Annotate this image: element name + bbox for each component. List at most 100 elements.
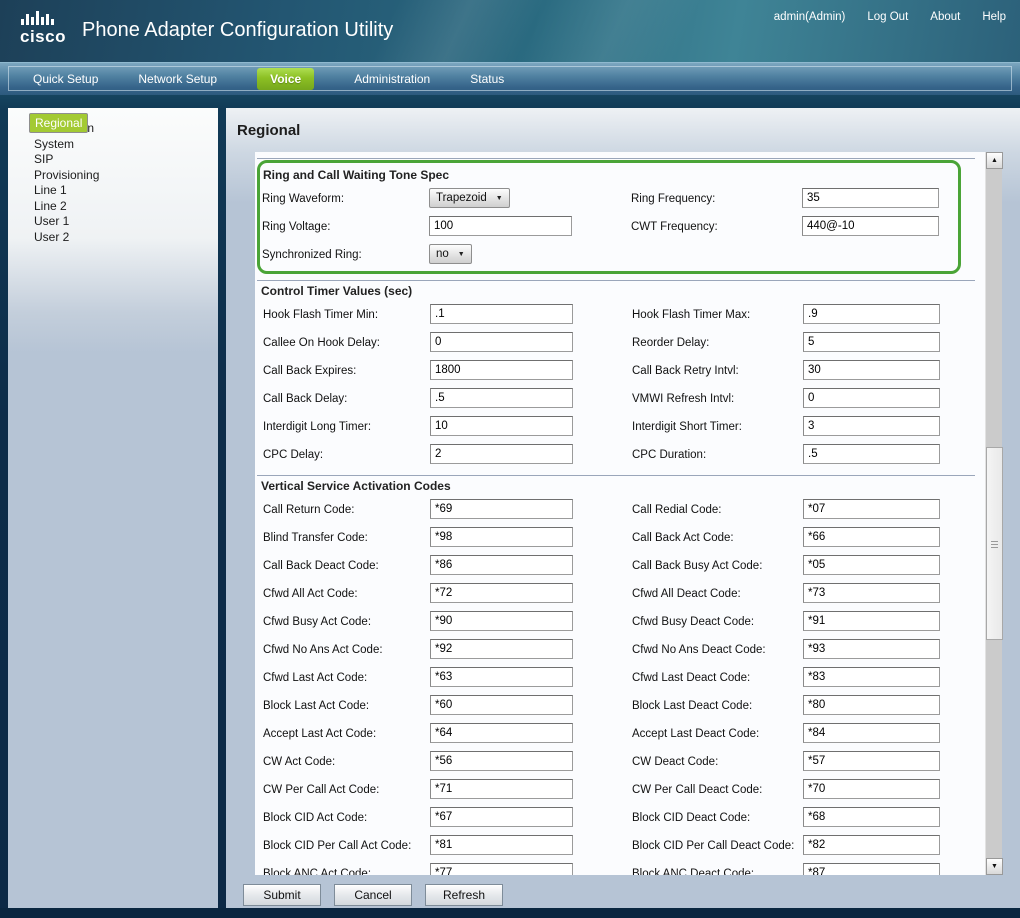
section-ring-and-call-waiting-tone-spec: Ring and Call Waiting Tone Spec Ring Wave… xyxy=(257,160,961,274)
section-divider xyxy=(257,280,975,281)
section-divider xyxy=(257,475,975,476)
blind-transfer-code-input[interactable] xyxy=(430,527,573,547)
cfwd-all-act-code-input[interactable] xyxy=(430,583,573,603)
scrollbar[interactable]: ▲ ▼ xyxy=(985,152,1002,875)
form-row: Hook Flash Timer Min:Hook Flash Timer Ma… xyxy=(255,301,985,329)
cpc-delay-label: CPC Delay: xyxy=(263,449,323,461)
ring-waveform-select[interactable]: Trapezoid▼ xyxy=(429,188,510,208)
call-redial-code-input[interactable] xyxy=(803,499,940,519)
sidebar-item-system[interactable]: System xyxy=(34,138,218,151)
cfwd-all-deact-code-label: Cfwd All Deact Code: xyxy=(632,588,741,600)
cfwd-no-ans-act-code-input[interactable] xyxy=(430,639,573,659)
header-link-help[interactable]: Help xyxy=(982,11,1006,23)
tab-voice[interactable]: Voice xyxy=(257,68,314,90)
block-cid-per-call-act-code-input[interactable] xyxy=(430,835,573,855)
scrollbar-thumb[interactable] xyxy=(986,447,1003,640)
cw-act-code-input[interactable] xyxy=(430,751,573,771)
scrollbar-up-button[interactable]: ▲ xyxy=(986,152,1003,169)
block-anc-act-code-input[interactable] xyxy=(430,863,573,875)
block-cid-per-call-deact-code-input[interactable] xyxy=(803,835,940,855)
section-vertical-service-activation-codes: Vertical Service Activation Codes Call Re… xyxy=(255,479,985,875)
cw-deact-code-input[interactable] xyxy=(803,751,940,771)
interdigit-short-timer-input[interactable] xyxy=(803,416,940,436)
page-title: Regional xyxy=(237,122,300,139)
header-link-admin-admin[interactable]: admin(Admin) xyxy=(774,11,846,23)
tab-quick-setup[interactable]: Quick Setup xyxy=(33,72,98,86)
block-cid-act-code-input[interactable] xyxy=(430,807,573,827)
sidebar-item-provisioning[interactable]: Provisioning xyxy=(34,169,218,182)
dropdown-arrow-icon: ▼ xyxy=(458,251,465,258)
cfwd-all-deact-code-input[interactable] xyxy=(803,583,940,603)
cfwd-last-deact-code-input[interactable] xyxy=(803,667,940,687)
form-row: Ring Waveform: Trapezoid▼ Ring Frequency: xyxy=(260,185,958,213)
call-back-delay-input[interactable] xyxy=(430,388,573,408)
reorder-delay-label: Reorder Delay: xyxy=(632,337,709,349)
section-divider xyxy=(257,158,975,159)
ring-waveform-label: Ring Waveform: xyxy=(262,193,344,205)
sidebar-item-user-1[interactable]: User 1 xyxy=(34,215,218,228)
callee-on-hook-delay-input[interactable] xyxy=(430,332,573,352)
cpc-duration-input[interactable] xyxy=(803,444,940,464)
cfwd-last-act-code-input[interactable] xyxy=(430,667,573,687)
cw-per-call-act-code-input[interactable] xyxy=(430,779,573,799)
sidebar-item-line-1[interactable]: Line 1 xyxy=(34,184,218,197)
app-title: Phone Adapter Configuration Utility xyxy=(82,19,393,42)
ring-frequency-input[interactable] xyxy=(802,188,939,208)
header-link-log-out[interactable]: Log Out xyxy=(867,11,908,23)
cancel-button[interactable]: Cancel xyxy=(334,884,412,906)
sidebar: InformationSystemSIPProvisioningRegional… xyxy=(8,108,218,908)
sidebar-item-line-2[interactable]: Line 2 xyxy=(34,200,218,213)
vmwi-refresh-intvl-input[interactable] xyxy=(803,388,940,408)
interdigit-long-timer-input[interactable] xyxy=(430,416,573,436)
synchronized-ring-select[interactable]: no▼ xyxy=(429,244,472,264)
accept-last-deact-code-input[interactable] xyxy=(803,723,940,743)
tab-status[interactable]: Status xyxy=(470,72,504,86)
cpc-delay-input[interactable] xyxy=(430,444,573,464)
call-back-deact-code-input[interactable] xyxy=(430,555,573,575)
accept-last-deact-code-label: Accept Last Deact Code: xyxy=(632,728,759,740)
header-link-about[interactable]: About xyxy=(930,11,960,23)
ring-voltage-input[interactable] xyxy=(429,216,572,236)
cfwd-all-act-code-label: Cfwd All Act Code: xyxy=(263,588,358,600)
cisco-logo-text: cisco xyxy=(20,28,66,45)
call-back-act-code-input[interactable] xyxy=(803,527,940,547)
block-last-act-code-input[interactable] xyxy=(430,695,573,715)
section-title: Ring and Call Waiting Tone Spec xyxy=(263,168,958,182)
call-back-expires-input[interactable] xyxy=(430,360,573,380)
refresh-button[interactable]: Refresh xyxy=(425,884,503,906)
form-row: CPC Delay:CPC Duration: xyxy=(255,441,985,469)
cfwd-last-act-code-label: Cfwd Last Act Code: xyxy=(263,672,367,684)
ring-frequency-label: Ring Frequency: xyxy=(631,193,715,205)
cfwd-busy-act-code-input[interactable] xyxy=(430,611,573,631)
call-back-busy-act-code-input[interactable] xyxy=(803,555,940,575)
scrollbar-down-button[interactable]: ▼ xyxy=(986,858,1003,875)
hook-flash-timer-max-input[interactable] xyxy=(803,304,940,324)
block-last-deact-code-label: Block Last Deact Code: xyxy=(632,700,752,712)
call-redial-code-label: Call Redial Code: xyxy=(632,504,722,516)
tab-administration[interactable]: Administration xyxy=(354,72,430,86)
call-return-code-label: Call Return Code: xyxy=(263,504,354,516)
cfwd-last-deact-code-label: Cfwd Last Deact Code: xyxy=(632,672,750,684)
cfwd-no-ans-deact-code-input[interactable] xyxy=(803,639,940,659)
call-back-retry-intvl-input[interactable] xyxy=(803,360,940,380)
tab-network-setup[interactable]: Network Setup xyxy=(138,72,217,86)
block-anc-deact-code-input[interactable] xyxy=(803,863,940,875)
cwt-frequency-input[interactable] xyxy=(802,216,939,236)
sidebar-item-user-2[interactable]: User 2 xyxy=(34,231,218,244)
blind-transfer-code-label: Blind Transfer Code: xyxy=(263,532,368,544)
cfwd-busy-deact-code-input[interactable] xyxy=(803,611,940,631)
block-cid-deact-code-input[interactable] xyxy=(803,807,940,827)
cw-per-call-deact-code-input[interactable] xyxy=(803,779,940,799)
sidebar-item-sip[interactable]: SIP xyxy=(34,153,218,166)
block-anc-act-code-label: Block ANC Act Code: xyxy=(263,868,371,875)
accept-last-act-code-input[interactable] xyxy=(430,723,573,743)
block-last-deact-code-input[interactable] xyxy=(803,695,940,715)
block-cid-per-call-act-code-label: Block CID Per Call Act Code: xyxy=(263,840,411,852)
call-return-code-input[interactable] xyxy=(430,499,573,519)
submit-button[interactable]: Submit xyxy=(243,884,321,906)
section-title: Vertical Service Activation Codes xyxy=(261,479,985,493)
hook-flash-timer-min-input[interactable] xyxy=(430,304,573,324)
reorder-delay-input[interactable] xyxy=(803,332,940,352)
sidebar-item-regional[interactable]: Regional xyxy=(29,113,88,133)
hook-flash-timer-max-label: Hook Flash Timer Max: xyxy=(632,309,750,321)
